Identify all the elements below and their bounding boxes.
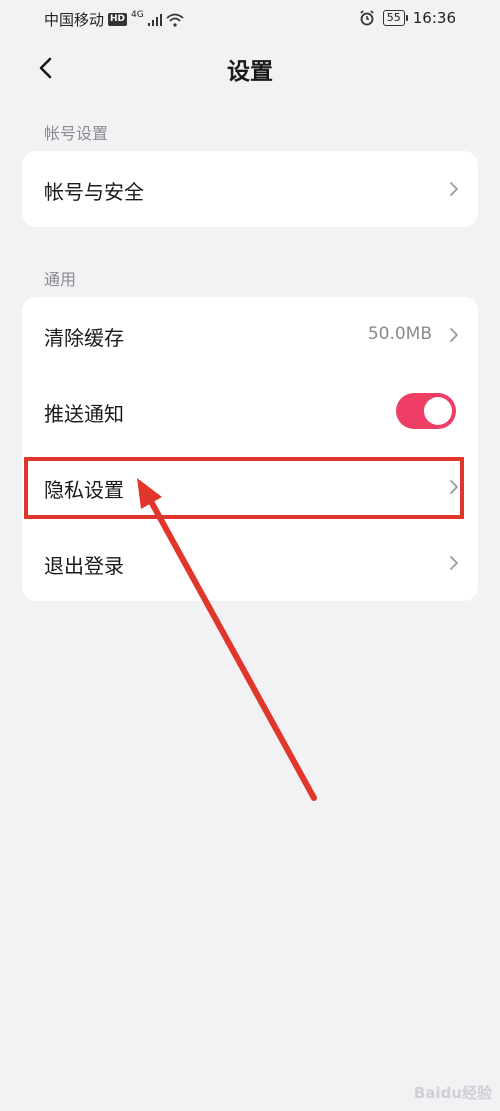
- logout-row[interactable]: 退出登录: [22, 525, 478, 601]
- wifi-icon: [166, 13, 184, 27]
- section-label-general: 通用: [44, 270, 77, 289]
- push-notification-row: 推送通知: [22, 373, 478, 449]
- chevron-right-icon: [450, 328, 458, 342]
- carrier-name: 中国移动: [44, 11, 105, 29]
- chevron-right-icon: [450, 480, 458, 494]
- status-bar: 中国移动 HD 4G 55 16:36: [0, 0, 500, 38]
- nav-bar: 设置: [0, 40, 500, 96]
- status-left: 中国移动 HD 4G: [44, 9, 184, 30]
- clear-cache-row[interactable]: 清除缓存 50.0MB: [22, 297, 478, 373]
- general-card: 清除缓存 50.0MB 推送通知 隐私设置 退出登录: [22, 297, 478, 601]
- chevron-right-icon: [450, 182, 458, 196]
- status-right: 55 16:36: [359, 9, 456, 27]
- privacy-settings-label: 隐私设置: [44, 478, 124, 502]
- privacy-settings-row[interactable]: 隐私设置: [22, 449, 478, 525]
- clock-time: 16:36: [412, 9, 456, 27]
- push-notification-label: 推送通知: [44, 402, 124, 426]
- section-label-account: 帐号设置: [44, 124, 109, 143]
- cache-size-value: 50.0MB: [367, 324, 432, 344]
- account-security-label: 帐号与安全: [44, 180, 144, 204]
- toggle-knob: [424, 397, 452, 425]
- chevron-right-icon: [450, 556, 458, 570]
- account-card: 帐号与安全: [22, 151, 478, 227]
- hd-icon: HD: [108, 13, 128, 26]
- network-type: 4G: [131, 9, 144, 20]
- account-security-row[interactable]: 帐号与安全: [22, 151, 478, 227]
- alarm-icon: [360, 10, 374, 26]
- signal-icon: [147, 13, 162, 26]
- clear-cache-label: 清除缓存: [44, 326, 124, 350]
- push-notification-toggle[interactable]: [396, 393, 456, 429]
- battery-icon: 55: [382, 10, 408, 26]
- logout-label: 退出登录: [44, 554, 124, 578]
- page-title: 设置: [227, 59, 273, 85]
- watermark-logo: Baidu经验: [413, 1084, 492, 1102]
